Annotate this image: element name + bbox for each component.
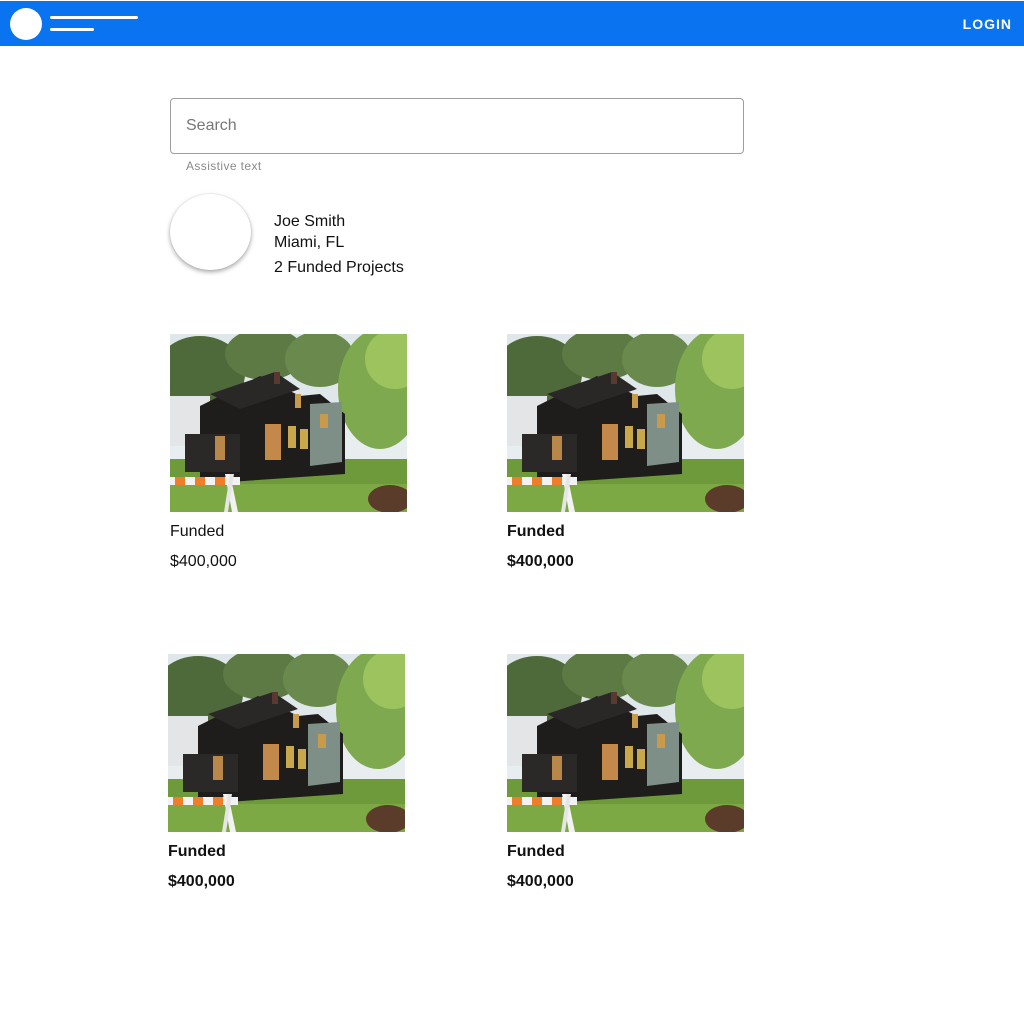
project-amount: $400,000 [168, 873, 235, 890]
profile-location: Miami, FL [274, 234, 345, 251]
project-amount: $400,000 [170, 553, 237, 570]
login-button[interactable]: LOGIN [963, 16, 1012, 32]
search-input[interactable] [186, 99, 726, 153]
logo-icon[interactable] [10, 8, 42, 40]
project-card[interactable]: Funded $400,000 [507, 654, 744, 890]
burned-house-photo[interactable] [170, 334, 407, 512]
project-card[interactable]: Funded $400,000 [168, 654, 405, 890]
project-status: Funded [170, 523, 225, 540]
search-assistive-text: Assistive text [186, 159, 262, 173]
menu-icon-line[interactable] [50, 28, 94, 31]
burned-house-photo[interactable] [168, 654, 405, 832]
app-bar: LOGIN [0, 1, 1024, 46]
project-amount: $400,000 [507, 873, 574, 890]
project-status: Funded [168, 843, 226, 860]
burned-house-photo[interactable] [507, 654, 744, 832]
search-field[interactable] [170, 98, 744, 154]
project-card[interactable]: Funded $400,000 [170, 334, 407, 570]
burned-house-photo[interactable] [507, 334, 744, 512]
menu-icon[interactable] [50, 16, 138, 19]
project-card[interactable]: Funded $400,000 [507, 334, 744, 570]
project-status: Funded [507, 523, 565, 540]
project-amount: $400,000 [507, 553, 574, 570]
profile-funded-count: 2 Funded Projects [274, 259, 404, 276]
avatar[interactable] [170, 194, 251, 270]
profile-name: Joe Smith [274, 213, 346, 230]
project-status: Funded [507, 843, 565, 860]
